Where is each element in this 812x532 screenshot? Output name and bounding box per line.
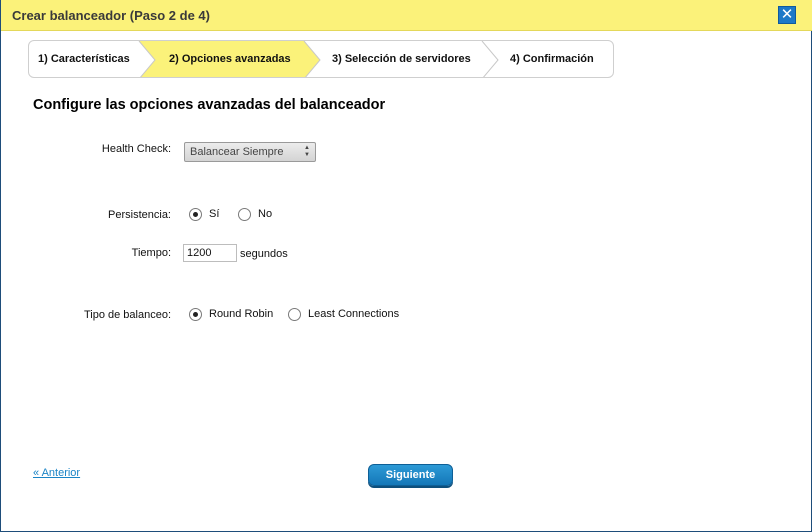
time-unit-label: segundos (240, 248, 288, 260)
round-robin-radio[interactable] (189, 308, 202, 321)
wizard-steps: 1) Características 2) Opciones avanzadas… (28, 40, 614, 78)
step-3-label: 3) Selección de servidores (332, 53, 471, 65)
step-divider-3 (481, 41, 499, 77)
health-check-value: Balancear Siempre (190, 146, 284, 158)
step-1-label: 1) Características (38, 53, 130, 65)
close-icon[interactable]: ✕ (778, 6, 796, 24)
least-connections-radio[interactable] (288, 308, 301, 321)
persistence-yes-label: Sí (209, 208, 220, 220)
create-balancer-dialog: Crear balanceador (Paso 2 de 4) ✕ 1) Car… (0, 0, 812, 532)
previous-link[interactable]: « Anterior (33, 467, 80, 479)
persistence-label: Persistencia: (108, 209, 171, 221)
dialog-titlebar: Crear balanceador (Paso 2 de 4) ✕ (1, 0, 812, 31)
persistence-yes-radio[interactable] (189, 208, 202, 221)
health-check-select[interactable]: Balancear Siempre ▲ ▼ (184, 142, 316, 162)
persistence-no-label: No (258, 208, 273, 220)
balance-type-label: Tipo de balanceo: (83, 309, 171, 321)
persistence-no-radio[interactable] (238, 208, 251, 221)
page-heading: Configure las opciones avanzadas del bal… (33, 97, 386, 113)
health-check-label: Health Check: (101, 143, 171, 155)
time-input[interactable] (183, 244, 237, 262)
time-label: Tiempo: (131, 247, 171, 259)
round-robin-label: Round Robin (209, 308, 274, 320)
step-4-label: 4) Confirmación (510, 53, 594, 65)
least-connections-label: Least Connections (308, 308, 400, 320)
step-2-label: 2) Opciones avanzadas (169, 53, 291, 65)
next-button[interactable]: Siguiente (368, 464, 453, 486)
dialog-title: Crear balanceador (Paso 2 de 4) (12, 8, 210, 23)
select-arrows-icon: ▲ ▼ (304, 145, 310, 158)
